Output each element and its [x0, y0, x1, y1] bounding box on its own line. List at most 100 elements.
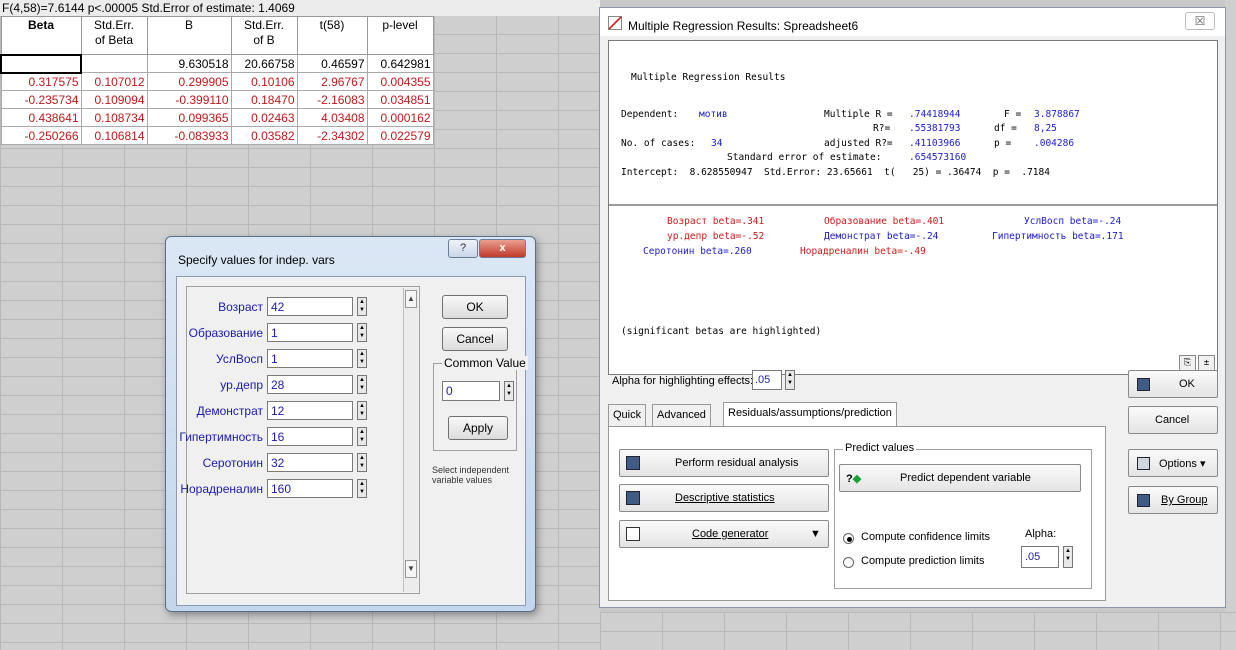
compute-prediction-radio[interactable] [843, 557, 854, 568]
table-cell[interactable]: -0.083933 [146, 126, 232, 145]
spin-arrows-icon[interactable]: ▲ ▼ [357, 323, 367, 342]
table-cell[interactable]: 0.108734 [80, 108, 148, 127]
variable-value-input[interactable] [267, 297, 353, 316]
window-titlebar[interactable]: Multiple Regression Results: Spreadsheet… [600, 8, 1225, 36]
table-cell[interactable]: 0.022579 [366, 126, 434, 145]
tab-quick[interactable]: Quick [608, 404, 647, 426]
column-header[interactable]: B [146, 16, 232, 55]
perform-residual-button[interactable]: Perform residual analysis [619, 449, 829, 477]
output-heading: Multiple Regression Results [631, 72, 786, 83]
alpha-input[interactable] [752, 370, 782, 390]
variable-value-input[interactable] [267, 453, 353, 472]
table-cell[interactable]: -2.34302 [296, 126, 368, 145]
table-cell[interactable] [80, 54, 148, 73]
table-cell[interactable]: -0.399110 [146, 90, 232, 109]
variable-row: Демонстрат ▲▼ [187, 401, 421, 423]
column-header[interactable]: p-level [366, 16, 434, 55]
variable-row: Серотонин ▲▼ [187, 453, 421, 475]
variable-value-input[interactable] [267, 349, 353, 368]
variable-row: Норадреналин ▲▼ [180, 479, 421, 501]
table-cell[interactable]: 0.02463 [230, 108, 298, 127]
table-cell[interactable]: 0.299905 [146, 72, 232, 91]
p-value: .004286 [1034, 138, 1075, 149]
column-header[interactable]: Std.Err. of B [230, 16, 298, 55]
results-table: Beta Std.Err. of Beta B Std.Err. of B t(… [0, 16, 434, 145]
table-cell[interactable]: -2.16083 [296, 90, 368, 109]
table-cell[interactable]: 0.46597 [296, 54, 368, 73]
spin-arrows-icon[interactable]: ▲ ▼ [357, 297, 367, 316]
spin-arrows-icon[interactable]: ▲ ▼ [1063, 546, 1073, 568]
table-cell[interactable]: 0.099365 [146, 108, 232, 127]
multiple-r-label: Multiple R = [824, 109, 893, 120]
column-header[interactable]: t(58) [296, 16, 368, 55]
table-cell[interactable]: 0.642981 [366, 54, 434, 73]
dialog-title: Specify values for indep. vars [178, 253, 335, 267]
help-button[interactable]: ? [448, 239, 478, 258]
table-cell[interactable]: 0.034851 [366, 90, 434, 109]
table-cell[interactable]: 4.03408 [296, 108, 368, 127]
alpha-label: Alpha for highlighting effects: [612, 375, 754, 387]
code-generator-button[interactable]: Code generator ▼ [619, 520, 829, 548]
table-cell[interactable]: 9.630518 [146, 54, 232, 73]
apply-button[interactable]: Apply [448, 416, 508, 440]
tab-advanced[interactable]: Advanced [652, 404, 711, 426]
spin-arrows-icon[interactable]: ▲ ▼ [357, 349, 367, 368]
variable-value-input[interactable] [267, 401, 353, 420]
column-header[interactable]: Beta [0, 16, 82, 55]
close-button[interactable]: ☒ [1185, 12, 1215, 30]
question-diamond-icon: ?◆ [846, 473, 862, 485]
variable-value-input[interactable] [267, 323, 353, 342]
variables-scrollbar[interactable]: ▲ ▼ [403, 288, 418, 592]
table-cell[interactable]: 0.000162 [366, 108, 434, 127]
ok-button[interactable]: OK [442, 295, 508, 319]
table-cell[interactable]: -0.250266 [0, 126, 82, 145]
table-cell[interactable] [0, 53, 82, 74]
table-cell[interactable]: 20.66758 [230, 54, 298, 73]
column-header[interactable]: Std.Err. of Beta [80, 16, 148, 55]
variable-value-input[interactable] [267, 479, 353, 498]
compute-confidence-radio[interactable] [843, 533, 854, 544]
by-group-button[interactable]: By Group [1128, 486, 1218, 514]
cancel-button[interactable]: Cancel [442, 327, 508, 351]
f-value: 3.878867 [1034, 109, 1080, 120]
scroll-down-icon[interactable]: ▼ [405, 560, 417, 578]
table-cell[interactable]: 0.317575 [0, 72, 82, 91]
df-value: 8,25 [1034, 123, 1057, 134]
spin-arrows-icon[interactable]: ▲ ▼ [357, 453, 367, 472]
table-cell[interactable]: 0.106814 [80, 126, 148, 145]
table-cell[interactable]: 0.18470 [230, 90, 298, 109]
table-cell[interactable]: 0.107012 [80, 72, 148, 91]
table-cell[interactable]: 0.004355 [366, 72, 434, 91]
ok-button[interactable]: OK [1128, 370, 1218, 398]
spin-arrows-icon[interactable]: ▲ ▼ [357, 401, 367, 420]
r2-label: R?= [873, 123, 891, 134]
pencil-icon [626, 527, 640, 541]
spin-arrows-icon[interactable]: ▲ ▼ [504, 381, 514, 401]
variable-value-input[interactable] [267, 375, 353, 394]
options-button[interactable]: Options ▾ [1128, 449, 1218, 477]
table-cell[interactable]: 0.438641 [0, 108, 82, 127]
multiple-r-value: .74418944 [909, 109, 961, 120]
spin-arrows-icon[interactable]: ▲ ▼ [785, 370, 795, 390]
spin-arrows-icon[interactable]: ▲ ▼ [357, 375, 367, 394]
common-value-input[interactable] [442, 381, 500, 401]
table-cell[interactable]: 2.96767 [296, 72, 368, 91]
variable-label: УслВосп [216, 352, 263, 366]
alpha2-input[interactable] [1021, 546, 1059, 568]
cancel-button[interactable]: Cancel [1128, 406, 1218, 434]
table-cell[interactable]: -0.235734 [0, 90, 82, 109]
table-cell[interactable]: 0.109094 [80, 90, 148, 109]
spreadsheet-grid-bottom[interactable] [600, 612, 1236, 650]
predict-values-group: Predict values ?◆ Predict dependent vari… [834, 442, 1092, 589]
descriptive-stats-button[interactable]: Descriptive statistics [619, 484, 829, 512]
close-button[interactable]: x [479, 239, 526, 258]
scroll-up-icon[interactable]: ▲ [405, 290, 417, 308]
spreadsheet-header: F(4,58)=7.6144 p<.00005 Std.Error of est… [0, 0, 600, 16]
spin-arrows-icon[interactable]: ▲ ▼ [357, 427, 367, 446]
table-cell[interactable]: 0.03582 [230, 126, 298, 145]
variable-value-input[interactable] [267, 427, 353, 446]
table-cell[interactable]: 0.10106 [230, 72, 298, 91]
tab-residuals[interactable]: Residuals/assumptions/prediction [723, 402, 897, 427]
spin-arrows-icon[interactable]: ▲ ▼ [357, 479, 367, 498]
predict-dependent-button[interactable]: ?◆ Predict dependent variable [839, 464, 1081, 492]
